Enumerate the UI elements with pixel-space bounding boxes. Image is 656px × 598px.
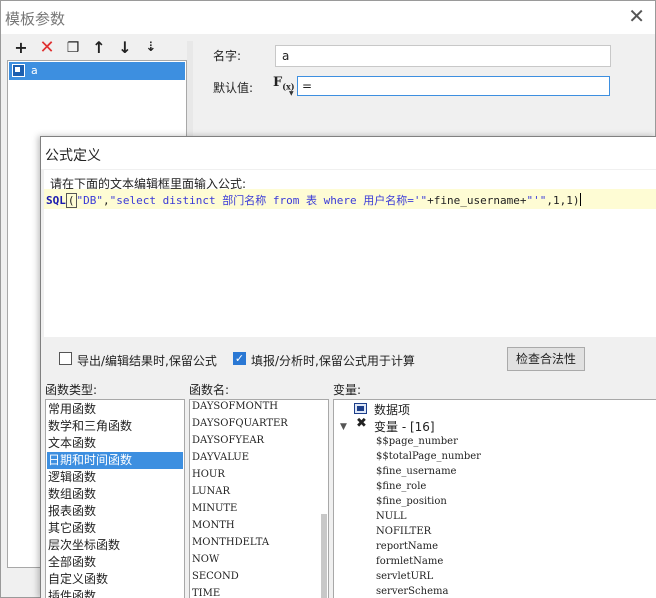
formula-line[interactable]: SQL("DB","select distinct 部门名称 from 表 wh… [44,189,656,209]
move-down-icon[interactable]: ↓ [115,37,135,59]
variable-item[interactable]: servletURL [376,569,433,584]
formula-arg-quote: "'" [526,194,547,207]
function-name-item[interactable]: NOW [192,551,219,568]
function-category-item[interactable]: 自定义函数 [47,571,183,588]
function-category-header: 函数类型: [45,383,98,397]
variable-item[interactable]: formletName [376,554,443,569]
function-name-item[interactable]: MINUTE [192,500,237,517]
export-keep-formula-checkbox[interactable] [59,352,72,365]
add-icon[interactable]: + [11,37,31,59]
variable-tree: 数据项 ▼ ✖ 变量 - [16] $$page_number $$totalPa… [333,399,656,598]
name-input[interactable] [275,45,611,67]
variable-item[interactable]: $$page_number [376,434,458,449]
function-list-scrollbar[interactable] [321,514,327,598]
close-icon[interactable]: ✕ [628,5,645,27]
function-category-item[interactable]: 全部函数 [47,554,183,571]
function-category-list: 常用函数 数学和三角函数 文本函数 日期和时间函数 逻辑函数 数组函数 报表函数 其它函数 层次… [45,399,185,598]
formula-comma: , [103,194,110,207]
function-category-item[interactable]: 层次坐标函数 [47,537,183,554]
variables-node[interactable]: 变量 - [16] [374,418,435,435]
function-name-item[interactable]: DAYSOFQUARTER [192,415,288,432]
expand-toggle-icon[interactable]: ▼ [340,422,347,432]
function-category-item[interactable]: 报表函数 [47,503,183,520]
formula-code: SQL("DB","select distinct 部门名称 from 表 wh… [46,192,581,208]
formula-fx-button[interactable]: F(x) ▼ [273,75,295,99]
parameter-properties: 名字: 默认值: F(x) ▼ [195,35,655,135]
export-keep-formula-label: 导出/编辑结果时,保留公式 [77,354,217,368]
fx-icon: F [273,75,283,90]
variable-icon: ✖ [356,416,367,431]
formula-arg-sql: "select distinct 部门名称 from 表 where 用户名称=… [109,194,428,207]
fill-keep-formula-label: 填报/分析时,保留公式用于计算 [251,354,415,368]
inner-dialog-title: 公式定义 [45,148,101,164]
function-name-item[interactable]: TIME [192,585,220,598]
variable-item[interactable]: $$totalPage_number [376,449,481,464]
variable-item[interactable]: reportName [376,539,438,554]
chevron-down-icon: ▼ [289,90,294,97]
move-up-icon[interactable]: ↑ [89,37,109,59]
variable-item[interactable]: serverSchema [376,584,448,598]
formula-definition-dialog: 公式定义 请在下面的文本编辑框里面输入公式: SQL("DB","select … [40,136,656,598]
variable-header: 变量: [333,383,362,397]
formula-arg-db: "DB" [76,194,104,207]
name-label: 名字: [213,49,242,63]
function-category-item[interactable]: 数学和三角函数 [47,418,183,435]
copy-icon[interactable]: ❐ [63,37,83,59]
variable-item[interactable]: $fine_position [376,494,447,509]
function-name-item[interactable]: DAYSOFYEAR [192,432,264,449]
parameter-item-label: a [31,64,38,77]
formula-editor[interactable]: 请在下面的文本编辑框里面输入公式: SQL("DB","select disti… [44,170,656,337]
function-category-item[interactable]: 其它函数 [47,520,183,537]
formula-concat: +fine_username+ [427,194,527,207]
function-category-item[interactable]: 常用函数 [47,401,183,418]
function-category-item[interactable]: 插件函数 [47,588,183,598]
formula-open-paren: ( [65,193,77,208]
inner-title-bar: 公式定义 [41,137,656,169]
function-category-item[interactable]: 日期和时间函数 [47,452,183,469]
function-name-item[interactable]: DAYVALUE [192,449,249,466]
function-category-item[interactable]: 逻辑函数 [47,469,183,486]
variable-item[interactable]: NULL [376,509,406,524]
variable-item[interactable]: $fine_role [376,479,426,494]
outer-title-bar: 模板参数 ✕ [1,1,655,34]
function-name-item[interactable]: SECOND [192,568,239,585]
delete-icon[interactable]: ✕ [37,37,57,59]
function-name-item[interactable]: HOUR [192,466,225,483]
function-name-item[interactable]: MONTH [192,517,235,534]
parameter-item[interactable]: a [9,62,185,80]
function-name-list: DAYSOFMONTH DAYSOFQUARTER DAYSOFYEAR DAYVAL… [189,399,329,598]
parameter-toolbar: + ✕ ❐ ↑ ↓ ⇣ [7,37,187,59]
default-value-label: 默认值: [213,81,254,95]
formula-function-name: SQL [46,194,66,207]
function-category-item[interactable]: 数组函数 [47,486,183,503]
fill-keep-formula-checkbox[interactable]: ✓ [233,352,246,365]
parameter-list-scrollbar[interactable] [187,41,193,141]
formula-options: 导出/编辑结果时,保留公式 ✓ 填报/分析时,保留公式用于计算 检查合法性 [41,341,656,377]
outer-dialog-title: 模板参数 [5,10,66,28]
function-name-item[interactable]: LUNAR [192,483,230,500]
text-caret [579,193,581,206]
parameter-icon [12,64,25,77]
sort-icon[interactable]: ⇣ [141,37,161,59]
function-name-header: 函数名: [189,383,230,397]
function-name-item[interactable]: MONTHDELTA [192,534,269,551]
data-item-icon [354,403,367,414]
function-category-item[interactable]: 文本函数 [47,435,183,452]
formula-tail: ,1,1) [546,194,580,207]
function-name-item[interactable]: DAYSOFMONTH [192,400,278,415]
check-validity-button[interactable]: 检查合法性 [507,347,585,371]
data-item-node[interactable]: 数据项 [374,401,410,418]
variable-item[interactable]: $fine_username [376,464,456,479]
variable-item[interactable]: NOFILTER [376,524,431,539]
default-value-input[interactable] [297,76,610,96]
